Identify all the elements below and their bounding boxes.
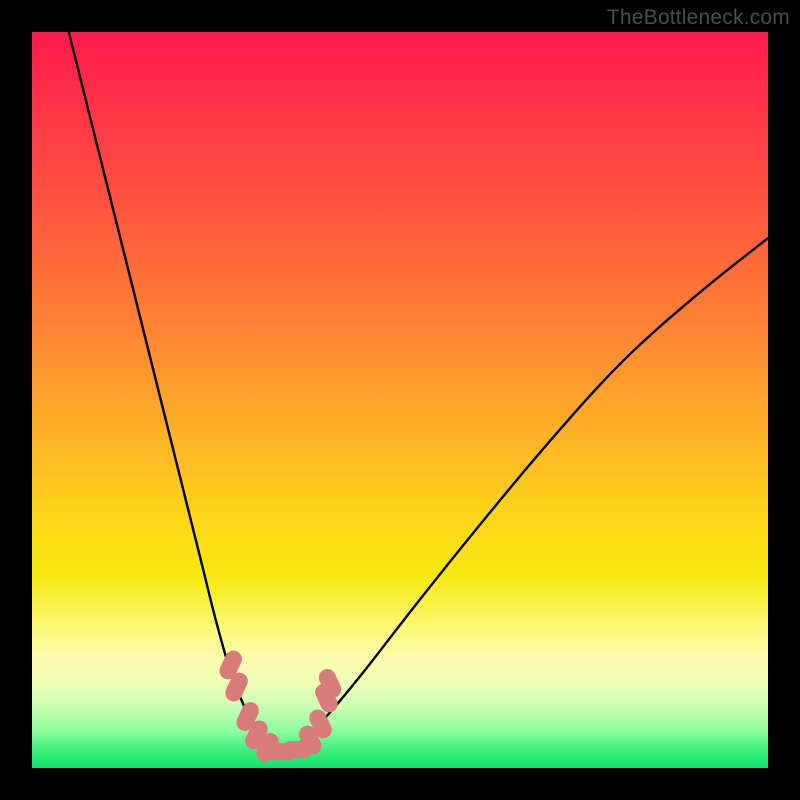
marker-point — [228, 659, 234, 671]
plot-area — [32, 32, 768, 768]
marker-point — [327, 677, 333, 689]
bottleneck-curve — [69, 32, 768, 755]
outer-frame: TheBottleneck.com — [0, 0, 800, 800]
marker-point — [234, 681, 240, 693]
highlight-markers — [228, 659, 333, 753]
marker-point — [318, 718, 324, 730]
watermark-text: TheBottleneck.com — [607, 6, 790, 30]
marker-point — [307, 734, 313, 746]
marker-point — [254, 729, 259, 741]
marker-point — [245, 711, 251, 723]
chart-svg — [32, 32, 768, 768]
